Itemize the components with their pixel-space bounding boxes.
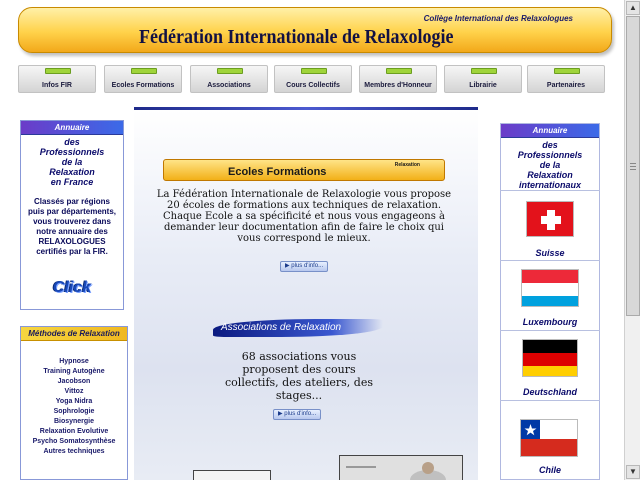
vertical-scrollbar[interactable]: ▲ ▼	[624, 0, 640, 480]
nav-item-infos-fir[interactable]: Infos FIR	[18, 65, 96, 93]
methodes-box: Méthodes de Relaxation Hypnose Training …	[20, 326, 128, 480]
scroll-down-icon[interactable]: ▼	[626, 465, 640, 479]
method-link[interactable]: Vittoz	[21, 387, 127, 397]
nav-tab-marker	[554, 68, 580, 74]
site-header-banner: Collège International des Relaxologues F…	[18, 7, 612, 53]
nav-item-librairie[interactable]: Librairie	[444, 65, 522, 93]
annuaire-heading: Annuaire	[21, 121, 123, 135]
nav-item-associations[interactable]: Associations	[190, 65, 268, 93]
ecoles-banner-title: Ecoles Formations	[228, 166, 327, 178]
method-link[interactable]: Jacobson	[21, 377, 127, 387]
method-link[interactable]: Training Autogène	[21, 367, 127, 377]
nav-item-partenaires[interactable]: Partenaires	[527, 65, 605, 93]
nav-label: Cours Collectifs	[286, 82, 340, 89]
nav-label: Membres d'Honneur	[364, 82, 432, 89]
bottom-image-frame-right	[339, 455, 463, 480]
method-link[interactable]: Psycho Somatosynthèse	[21, 437, 127, 447]
country-name: Suisse	[535, 248, 565, 258]
nav-label: Associations	[207, 82, 251, 89]
ecoles-text: La Fédération Internationale de Relaxolo…	[156, 189, 452, 211]
method-link[interactable]: Autres techniques	[21, 447, 127, 457]
ecoles-text-2: Chaque Ecole a sa spécificité et nous vo…	[163, 211, 445, 244]
nav-item-ecoles-formations[interactable]: Ecoles Formations	[104, 65, 182, 93]
germany-flag-icon	[522, 339, 578, 377]
nav-label: Ecoles Formations	[111, 82, 175, 89]
nav-item-membres-honneur[interactable]: Membres d'Honneur	[359, 65, 437, 93]
grip-line	[630, 163, 636, 164]
nav-tab-marker	[301, 68, 327, 74]
nav-label: Librairie	[469, 82, 497, 89]
annuaire-line: Professionnels	[39, 147, 105, 157]
annuaire-intl-line: Relaxation	[527, 170, 573, 180]
nav-tab-marker	[471, 68, 497, 74]
method-link[interactable]: Sophrologie	[21, 407, 127, 417]
method-link[interactable]: Relaxation Evolutive	[21, 427, 127, 437]
luxembourg-flag-icon	[521, 269, 579, 307]
nav-tab-marker	[45, 68, 71, 74]
country-name: Chile	[538, 465, 561, 475]
scroll-thumb[interactable]	[626, 16, 640, 316]
nav-tab-marker	[386, 68, 412, 74]
country-chile[interactable]: Chile	[500, 400, 600, 480]
ecoles-description: La Fédération Internationale de Relaxolo…	[152, 189, 456, 244]
annuaire-line: en France	[50, 177, 94, 187]
nav-label: Partenaires	[546, 82, 586, 89]
methodes-list: Hypnose Training Autogène Jacobson Vitto…	[21, 357, 127, 457]
method-link[interactable]: Hypnose	[21, 357, 127, 367]
methodes-heading: Méthodes de Relaxation	[21, 327, 127, 341]
annuaire-intl-line: internationaux	[518, 180, 581, 190]
nav-item-cours-collectifs[interactable]: Cours Collectifs	[274, 65, 352, 93]
annuaire-click-button[interactable]: Click	[21, 279, 123, 297]
grip-line	[630, 169, 636, 170]
method-link[interactable]: Yoga Nidra	[21, 397, 127, 407]
country-suisse[interactable]: Suisse	[500, 190, 600, 260]
country-luxembourg[interactable]: Luxembourg	[500, 260, 600, 330]
site-title: Fédération Internationale de Relaxologie	[139, 26, 454, 48]
annuaire-intl-line: de la	[539, 160, 561, 170]
nav-tab-marker	[131, 68, 157, 74]
associations-banner[interactable]: Associations de Relaxation	[213, 313, 383, 339]
swiss-flag-icon	[526, 201, 574, 237]
annuaire-description: Classés par régions puis par département…	[27, 197, 117, 256]
annuaire-line: de la	[61, 157, 83, 167]
ecoles-banner-tag: Relaxation	[394, 162, 420, 168]
main-nav: Infos FIR Ecoles Formations Associations…	[18, 65, 612, 95]
photo-thumbnail-icon	[346, 462, 446, 480]
associations-more-info-button[interactable]: ▶ plus d'info...	[273, 409, 322, 420]
scroll-up-icon[interactable]: ▲	[626, 1, 640, 15]
associations-banner-label: Associations de Relaxation	[221, 322, 342, 333]
annuaire-intl-line: des	[542, 140, 558, 150]
nav-tab-marker	[217, 68, 243, 74]
method-link[interactable]: Biosynergie	[21, 417, 127, 427]
annuaire-intl-heading: Annuaire	[501, 124, 599, 138]
country-name: Deutschland	[522, 387, 577, 397]
country-deutschland[interactable]: Deutschland	[500, 330, 600, 400]
country-name: Luxembourg	[522, 317, 578, 327]
annuaire-line: Relaxation	[49, 167, 95, 177]
ecoles-banner[interactable]: Ecoles Formations Relaxation	[163, 159, 445, 181]
bottom-image-frame-left	[193, 470, 271, 480]
associations-description: 68 associations vous proposent des cours…	[225, 350, 373, 402]
annuaire-intl-line: Professionnels	[517, 150, 583, 160]
ecoles-more-info-button[interactable]: ▶ plus d'info...	[280, 261, 329, 272]
annuaire-france-box: Annuaire des Professionnels de la Relaxa…	[20, 120, 124, 310]
nav-label: Infos FIR	[42, 82, 72, 89]
annuaire-line: des	[64, 137, 80, 147]
header-subtitle: Collège International des Relaxologues	[423, 14, 573, 23]
chile-flag-icon	[520, 419, 578, 457]
grip-line	[630, 166, 636, 167]
